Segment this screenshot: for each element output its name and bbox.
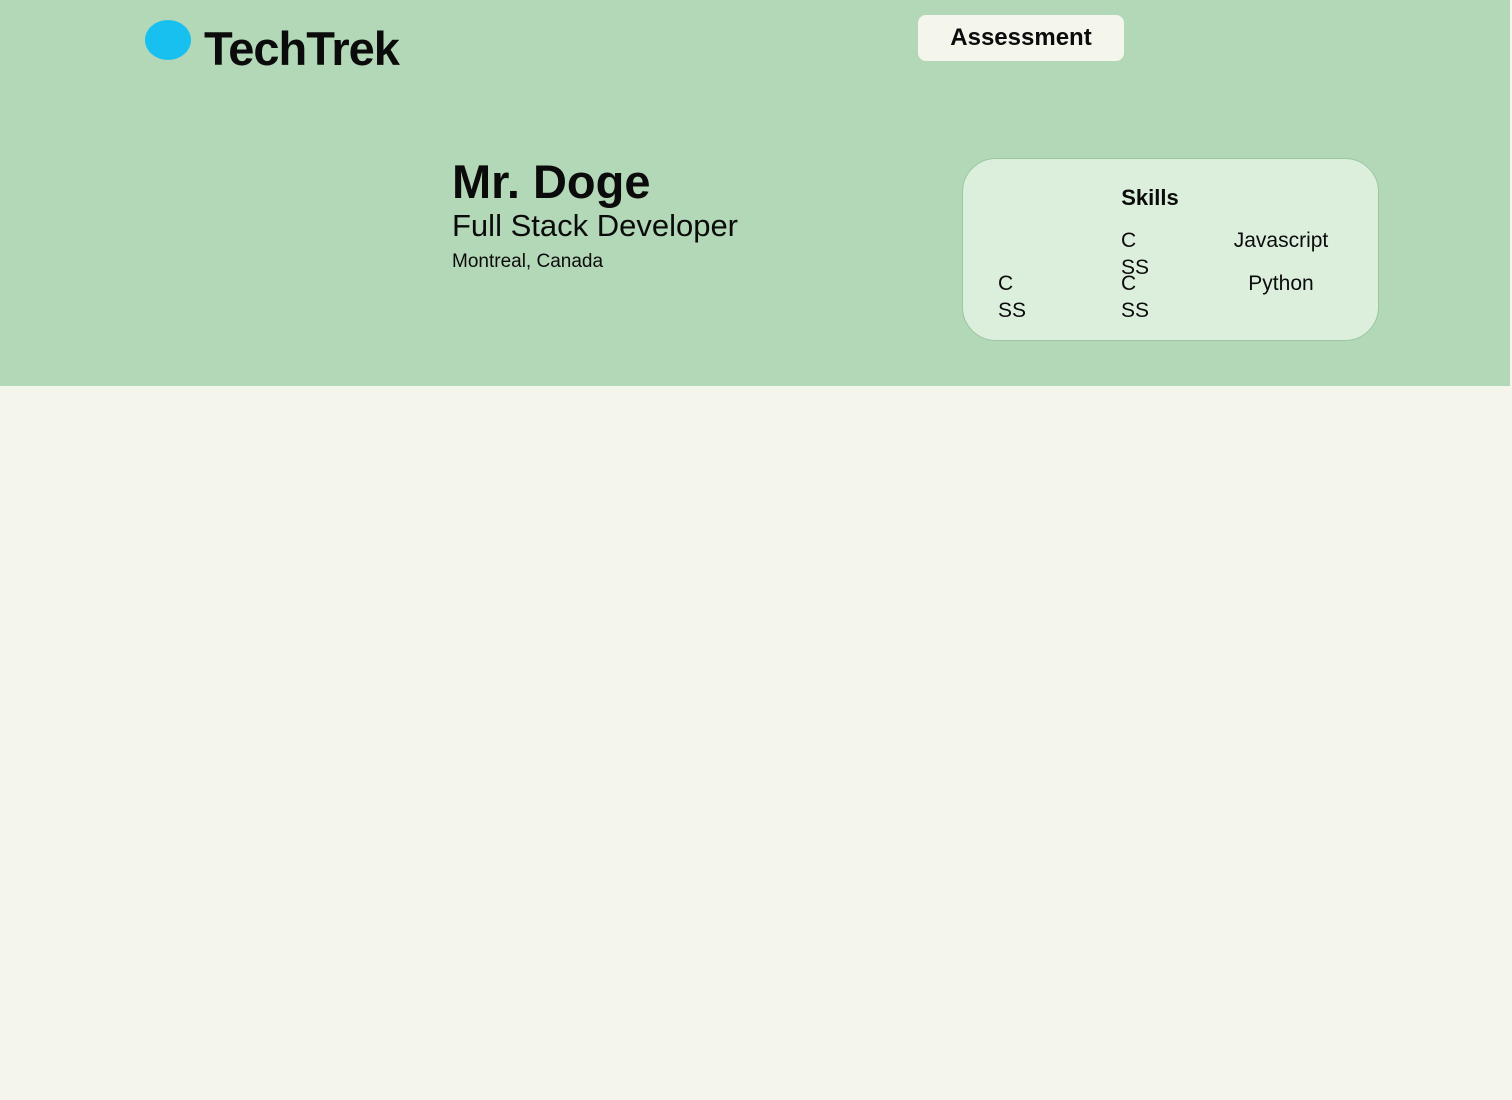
profile-title: Full Stack Developer — [452, 208, 739, 243]
skill-item: Javascript — [1233, 229, 1329, 252]
skill-item: Python — [1248, 272, 1314, 295]
assessment-button[interactable]: Assessment — [918, 15, 1124, 61]
page: TechTrek Assessment Mr. Doge Full Stack … — [0, 0, 1512, 1100]
circle-logo-icon — [145, 20, 191, 60]
skill-item: CSS — [1121, 272, 1150, 322]
skill-item: CSS — [998, 272, 1027, 322]
skills-title: Skills — [1121, 185, 1179, 210]
brand-name: TechTrek — [204, 22, 400, 75]
header-section: TechTrek Assessment Mr. Doge Full Stack … — [0, 0, 1510, 386]
profile-location: Montreal, Canada — [452, 251, 604, 272]
profile-name: Mr. Doge — [452, 155, 651, 208]
